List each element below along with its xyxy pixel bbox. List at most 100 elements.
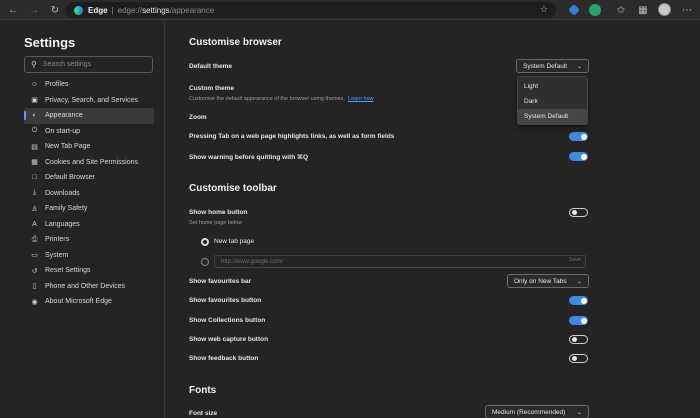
sidebar-item-languages[interactable]: A Languages: [24, 217, 154, 233]
font-size-label: Font size: [189, 410, 218, 417]
home-button-toggle[interactable]: [569, 208, 588, 217]
grammarly-icon[interactable]: [589, 4, 601, 16]
home-button-label: Show home button: [189, 209, 248, 216]
extension-icon[interactable]: [568, 4, 580, 16]
default-theme-value: System Default: [523, 62, 568, 70]
favourites-bar-select[interactable]: Only on New Tabs ⌄: [507, 274, 589, 288]
profile-icon: ☺: [30, 81, 39, 89]
sidebar-item-profiles[interactable]: ☺ Profiles: [24, 77, 154, 93]
favourites-bar-label: Show favourites bar: [189, 278, 252, 285]
font-size-value: Medium (Recommended): [492, 408, 566, 416]
quit-warning-toggle[interactable]: [569, 152, 588, 161]
home-url-input[interactable]: http://www.google.com/ Save: [214, 255, 586, 268]
feedback-button-label: Show feedback button: [189, 355, 259, 362]
sidebar-item-privacy-search-and-services[interactable]: ▣ Privacy, Search, and Services: [24, 93, 154, 109]
sidebar-item-system[interactable]: ▭ System: [24, 248, 154, 264]
favourites-button-toggle[interactable]: [569, 296, 588, 305]
collections-button-label: Show Collections button: [189, 317, 266, 324]
address-bar[interactable]: Edge | edge:// settings /appearance ☆: [66, 2, 556, 18]
theme-option-light[interactable]: Light: [518, 79, 587, 94]
sidebar-item-default-browser[interactable]: □ Default Browser: [24, 170, 154, 186]
feedback-button-toggle[interactable]: [569, 354, 588, 363]
tab-highlight-toggle[interactable]: [569, 132, 588, 141]
font-size-select[interactable]: Medium (Recommended) ⌄: [485, 405, 589, 418]
sidebar-item-printers[interactable]: ⎙ Printers: [24, 232, 154, 248]
learn-how-link[interactable]: Learn how: [348, 96, 374, 102]
settings-main: Customise browser Default theme System D…: [166, 21, 700, 418]
new-tab-icon: ▤: [31, 143, 38, 151]
sidebar-item-label: Languages: [45, 220, 80, 228]
search-input[interactable]: ⚲ Search settings: [24, 56, 153, 73]
default-theme-label: Default theme: [189, 63, 232, 70]
sidebar-item-label: Phone and Other Devices: [45, 282, 126, 290]
chevron-down-icon: ⌄: [576, 278, 582, 285]
power-icon: ⏻: [31, 127, 38, 135]
theme-option-dark[interactable]: Dark: [518, 94, 587, 109]
sidebar-item-downloads[interactable]: ⤓ Downloads: [24, 186, 154, 202]
favourites-bar-value: Only on New Tabs: [514, 277, 567, 285]
customise-browser-heading: Customise browser: [189, 37, 282, 48]
refresh-icon[interactable]: ↻: [48, 3, 62, 17]
sidebar-item-label: About Microsoft Edge: [45, 298, 112, 306]
edge-logo-icon: [74, 5, 83, 15]
printer-icon: ⎙: [31, 235, 38, 243]
home-button-sub: Set home page below: [189, 220, 243, 226]
theme-option-system-default[interactable]: System Default: [518, 109, 587, 124]
tab-highlight-label: Pressing Tab on a web page highlights li…: [189, 133, 395, 140]
sidebar-item-label: Cookies and Site Permissions: [45, 158, 138, 166]
theme-dropdown-menu: Light Dark System Default: [517, 76, 588, 125]
star-icon[interactable]: ☆: [540, 4, 548, 15]
custom-theme-sub: Customise the default appearance of the …: [189, 96, 374, 102]
back-icon[interactable]: ←: [6, 3, 20, 17]
default-theme-select[interactable]: System Default ⌄: [516, 59, 589, 73]
cookies-icon: ▦: [31, 159, 38, 167]
sidebar-item-label: System: [45, 251, 69, 259]
url-path: /appearance: [169, 5, 215, 15]
favourites-button-label: Show favourites button: [189, 297, 262, 304]
phone-icon: ▯: [32, 283, 37, 291]
settings-sidebar: Settings ⚲ Search settings ☺ Profiles ▣ Pri…: [0, 21, 165, 418]
search-icon: ⚲: [31, 60, 37, 69]
family-icon: ♙: [31, 205, 38, 213]
appearance-icon: ◐: [32, 112, 37, 120]
custom-theme-label: Custom theme: [189, 85, 235, 92]
download-icon: ⤓: [32, 189, 37, 197]
avatar[interactable]: [658, 3, 671, 16]
fonts-heading: Fonts: [189, 385, 217, 396]
sidebar-item-label: Printers: [45, 236, 70, 244]
web-capture-label: Show web capture button: [189, 336, 269, 343]
sidebar-item-label: Profiles: [45, 81, 69, 89]
reset-icon: ↺: [31, 267, 38, 275]
sidebar-item-appearance[interactable]: ◐ Appearance: [24, 108, 154, 124]
sidebar-item-phone-and-other-devices[interactable]: ▯ Phone and Other Devices: [24, 279, 154, 295]
sidebar-item-reset-settings[interactable]: ↺ Reset Settings: [24, 263, 154, 279]
sidebar-item-label: Downloads: [45, 189, 80, 197]
browser-icon: □: [32, 174, 37, 182]
url-scheme: edge://: [117, 5, 143, 15]
sidebar-title: Settings: [24, 35, 76, 50]
sidebar-item-cookies-and-site-permissions[interactable]: ▦ Cookies and Site Permissions: [24, 155, 154, 171]
sidebar-item-on-start-up[interactable]: ⏻ On start-up: [24, 124, 154, 140]
new-tab-radio[interactable]: [201, 238, 209, 246]
sidebar-item-label: New Tab Page: [45, 143, 91, 151]
sidebar-item-new-tab-page[interactable]: ▤ New Tab Page: [24, 139, 154, 155]
url-radio[interactable]: [201, 258, 209, 266]
new-tab-option-label: New tab page: [214, 238, 255, 245]
sidebar-item-about-microsoft-edge[interactable]: ◉ About Microsoft Edge: [24, 294, 154, 310]
favourites-icon[interactable]: ✩: [614, 3, 628, 17]
url-host: settings: [142, 5, 170, 15]
lock-icon: ▣: [31, 97, 38, 105]
collections-icon[interactable]: ▦: [636, 3, 650, 17]
save-button[interactable]: Save: [568, 257, 581, 263]
chevron-down-icon: ⌄: [576, 409, 582, 416]
web-capture-toggle[interactable]: [569, 335, 588, 344]
more-icon[interactable]: ⋯: [680, 3, 694, 17]
forward-icon[interactable]: →: [27, 3, 41, 17]
sidebar-nav: ☺ Profiles ▣ Privacy, Search, and Services ◐…: [24, 77, 154, 310]
customise-toolbar-heading: Customise toolbar: [189, 183, 277, 194]
address-separator: |: [111, 5, 114, 15]
search-placeholder: Search settings: [42, 61, 92, 68]
sidebar-item-family-safety[interactable]: ♙ Family Safety: [24, 201, 154, 217]
collections-button-toggle[interactable]: [569, 316, 588, 325]
zoom-label: Zoom: [189, 114, 207, 121]
